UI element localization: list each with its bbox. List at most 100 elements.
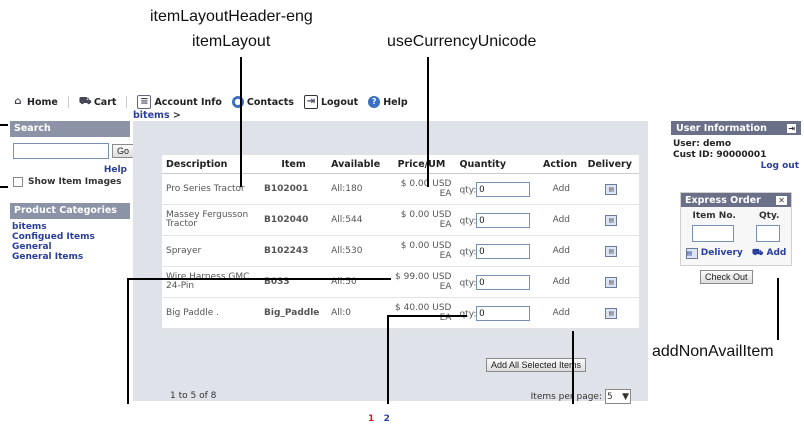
qty-input[interactable] bbox=[476, 305, 531, 321]
search-input[interactable] bbox=[13, 143, 109, 159]
qty-input[interactable] bbox=[476, 181, 531, 197]
delivery-icon[interactable]: ▤ bbox=[605, 276, 618, 288]
nav-cart-label: Cart bbox=[93, 96, 117, 108]
show-images-checkbox[interactable]: Show Item Images bbox=[13, 177, 127, 187]
qty-input[interactable] bbox=[476, 243, 531, 259]
qty-label: qty: bbox=[459, 278, 477, 288]
price-value: $ 0.00 USD bbox=[400, 241, 452, 251]
home-icon: ⌂ bbox=[14, 96, 22, 107]
delivery-icon[interactable]: ▤ bbox=[605, 214, 618, 226]
search-go-button[interactable]: Go bbox=[112, 144, 135, 158]
nav-account-info[interactable]: ≡ Account Info bbox=[137, 95, 222, 109]
nav-help[interactable]: ? Help bbox=[368, 96, 408, 108]
delivery-icon[interactable]: ▤ bbox=[605, 245, 618, 257]
add-link[interactable]: Add bbox=[539, 173, 584, 205]
items-per-page-label: Items per page: bbox=[530, 391, 602, 402]
qty-input[interactable] bbox=[476, 274, 531, 290]
item-quantity: qty: bbox=[455, 235, 540, 267]
callout-line bbox=[127, 278, 129, 404]
qty-label: qty: bbox=[459, 309, 477, 319]
item-number: B033 bbox=[260, 266, 328, 298]
item-description: Pro Series Tractor bbox=[162, 173, 260, 205]
add-link[interactable]: Add bbox=[539, 204, 584, 236]
qty-input[interactable] bbox=[476, 212, 531, 228]
nav-home[interactable]: ⌂ Home bbox=[12, 96, 58, 108]
categories-header: Product Categories bbox=[10, 203, 130, 219]
express-item-input[interactable] bbox=[692, 225, 734, 242]
item-description: Massey Fergusson Tractor bbox=[162, 204, 260, 236]
callout-add-non-avail-item: addNonAvailItem bbox=[652, 343, 774, 360]
close-icon[interactable]: ✕ bbox=[776, 195, 787, 205]
page-links: 1 2 bbox=[368, 414, 390, 424]
category-link[interactable]: Configued Items bbox=[12, 232, 128, 242]
checkbox-box[interactable] bbox=[13, 177, 23, 187]
category-link[interactable]: bitems bbox=[12, 222, 128, 232]
category-link[interactable]: General bbox=[12, 242, 128, 252]
price-value: $ 99.00 USD bbox=[395, 272, 452, 282]
price-value: $ 0.00 USD bbox=[400, 210, 452, 220]
item-quantity: qty: bbox=[455, 204, 540, 236]
callout-line bbox=[777, 278, 779, 340]
express-item-label: Item No. bbox=[692, 211, 736, 221]
page-link-current[interactable]: 1 bbox=[368, 414, 374, 424]
delivery-icon[interactable]: ▤ bbox=[605, 307, 618, 319]
item-number: Big_Paddle bbox=[260, 297, 328, 329]
nav-divider bbox=[67, 96, 69, 108]
callout-use-currency-unicode: useCurrencyUnicode bbox=[387, 33, 537, 50]
delivery-icon[interactable]: ▤ bbox=[605, 183, 618, 195]
express-qty-input[interactable] bbox=[756, 225, 780, 242]
item-available: All:0 bbox=[327, 297, 388, 329]
search-help-link[interactable]: Help bbox=[13, 165, 127, 175]
nav-home-label: Home bbox=[27, 96, 58, 108]
callout-line bbox=[387, 315, 389, 404]
express-delivery-link[interactable]: ▤ Delivery bbox=[685, 248, 743, 259]
item-quantity: qty: bbox=[455, 297, 540, 329]
item-delivery: ▤ bbox=[583, 297, 639, 329]
qty-label: qty: bbox=[459, 247, 477, 257]
express-delivery-label: Delivery bbox=[700, 248, 743, 258]
category-link[interactable]: General Items bbox=[12, 252, 128, 262]
page-link[interactable]: 2 bbox=[384, 414, 390, 424]
chevron-down-icon: ▼ bbox=[622, 391, 629, 402]
help-icon: ? bbox=[368, 96, 381, 108]
pagination-info: 1 to 5 of 8 bbox=[170, 391, 217, 401]
callout-item-layout-header: itemLayoutHeader-eng bbox=[150, 8, 313, 25]
logout-link[interactable]: Log out bbox=[673, 161, 799, 172]
nav-divider bbox=[126, 96, 128, 108]
add-link[interactable]: Add bbox=[539, 235, 584, 267]
breadcrumb: bitems > bbox=[133, 110, 181, 121]
right-sidebar: User Information ⇥ User: demo Cust ID: 9… bbox=[671, 121, 801, 284]
nav-cart[interactable]: ⛟ Cart bbox=[79, 96, 117, 108]
table-row: Sprayer B102243 All:530 $ 0.00 USD EA qty… bbox=[162, 235, 639, 267]
col-action: Action bbox=[539, 155, 584, 174]
col-available: Available bbox=[327, 155, 388, 174]
nav-contacts-label: Contacts bbox=[246, 96, 294, 108]
item-quantity: qty: bbox=[455, 173, 540, 205]
add-link[interactable]: Add bbox=[539, 266, 584, 298]
express-add-label: Add bbox=[766, 248, 787, 258]
express-add-link[interactable]: ⛟ Add bbox=[752, 248, 786, 259]
item-number: B102243 bbox=[260, 235, 328, 267]
items-per-page-select[interactable]: 5 ▼ bbox=[605, 389, 631, 404]
qty-label: qty: bbox=[459, 185, 477, 195]
express-order-title: Express Order bbox=[685, 194, 761, 206]
callout-line bbox=[572, 331, 574, 404]
item-description: Wire Harness GMC 24-Pin bbox=[162, 266, 260, 298]
breadcrumb-link[interactable]: bitems bbox=[133, 110, 170, 121]
logout-icon[interactable]: ⇥ bbox=[787, 123, 796, 133]
callout-item-layout: itemLayout bbox=[192, 33, 271, 50]
checkout-button[interactable]: Check Out bbox=[700, 270, 753, 284]
callout-line bbox=[0, 186, 8, 188]
item-number: B102040 bbox=[260, 204, 328, 236]
item-available: All:530 bbox=[327, 235, 388, 267]
nav-logout[interactable]: ⇥ Logout bbox=[303, 95, 358, 109]
items-per-page: Items per page: 5 ▼ bbox=[531, 389, 631, 404]
user-info-header: User Information ⇥ bbox=[671, 121, 801, 135]
item-description: Big Paddle . bbox=[162, 297, 260, 329]
price-um: EA bbox=[439, 251, 452, 261]
price-um: EA bbox=[439, 220, 452, 230]
item-description: Sprayer bbox=[162, 235, 260, 267]
callout-line bbox=[427, 57, 429, 187]
search-header: Search bbox=[10, 121, 130, 137]
add-link[interactable]: Add bbox=[539, 297, 584, 329]
